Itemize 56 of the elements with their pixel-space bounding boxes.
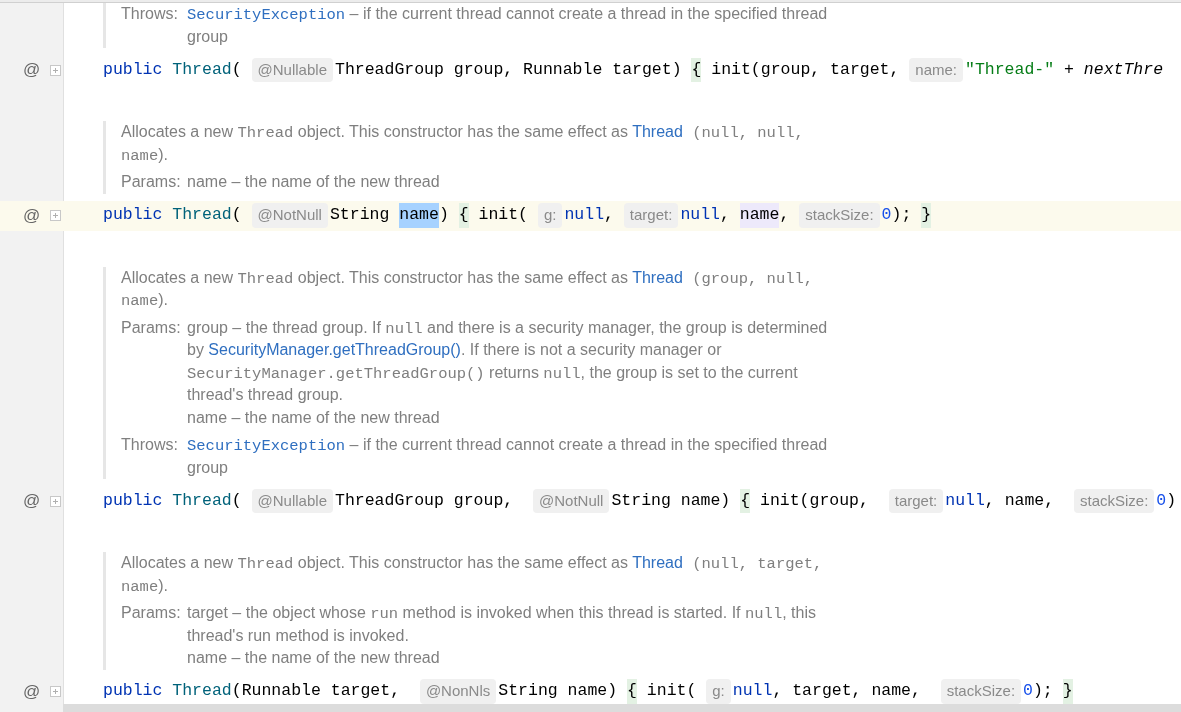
inlay-hint: stackSize: xyxy=(940,679,1022,704)
doc-line: group xyxy=(187,26,228,47)
inlay-hint: @Nullable xyxy=(251,488,333,514)
doc-section-label: Throws: xyxy=(121,4,179,24)
doc-section-label: Params: xyxy=(121,603,182,623)
doc-line: thread's thread group. xyxy=(187,385,344,405)
inlay-hint: stackSize: xyxy=(799,203,880,228)
doc-line: name – the name of the new thread xyxy=(187,172,440,192)
fold-icon[interactable] xyxy=(50,64,61,76)
fold-icon[interactable] xyxy=(50,686,61,697)
fold-icon[interactable] xyxy=(50,210,61,221)
doc-line: group – the thread group. If null and there is a security manager, the group is determined xyxy=(187,317,828,339)
inlay-hint: name: xyxy=(909,57,963,83)
doc-line: name). xyxy=(121,144,168,166)
doc-line: Allocates a new Thread object. This constructor has the same effect as Thread (group, null, xyxy=(121,267,814,289)
inlay-hint: @Nullable xyxy=(251,57,333,83)
inlay-hint: g: xyxy=(537,203,563,228)
code-text: public Thread(Runnable target, @NonNls String name) { init( g: null, target, name, stackSize: 0); } xyxy=(103,679,1073,704)
fold-icon[interactable] xyxy=(50,495,61,507)
code-text: public Thread( @Nullable ThreadGroup group, @NotNull String name) { init(group, target: null, name, stackSize: 0) xyxy=(103,488,1177,514)
doc-link[interactable]: SecurityException xyxy=(187,437,346,455)
doc-section-label: Params: xyxy=(121,317,182,338)
doc-link[interactable]: Thread xyxy=(632,554,683,571)
doc-line: SecurityException – if the current thread cannot create a thread in the specified thread xyxy=(187,4,828,26)
doc-link[interactable]: Thread xyxy=(632,268,683,286)
doc-section-label: Params: xyxy=(121,172,182,192)
doc-line: name). xyxy=(121,290,168,312)
doc-line: name). xyxy=(121,575,168,597)
doc-link[interactable]: SecurityManager.getThreadGroup() xyxy=(208,341,461,358)
inlay-hint: target: xyxy=(623,203,679,228)
inlay-hint: @NotNull xyxy=(251,203,328,228)
doc-line: Allocates a new Thread object. This constructor has the same effect as Thread (null, null, xyxy=(121,122,804,144)
horizontal-scrollbar[interactable] xyxy=(63,704,1181,712)
gutter-annotation-icon[interactable]: @ xyxy=(23,57,39,83)
doc-line: thread's run method is invoked. xyxy=(187,625,409,646)
inlay-hint: g: xyxy=(706,679,731,704)
doc-line: Allocates a new Thread object. This constructor has the same effect as Thread (null, target, xyxy=(121,553,823,575)
doc-link[interactable]: SecurityException xyxy=(187,6,346,24)
doc-line: SecurityException – if the current thread cannot create a thread in the specified thread xyxy=(187,435,828,457)
doc-line: group xyxy=(187,457,228,478)
doc-line: name – the name of the new thread xyxy=(187,407,440,428)
inlay-hint: target: xyxy=(888,488,944,514)
doc-line: by SecurityManager.getThreadGroup(). If there is not a security manager or xyxy=(187,340,722,360)
gutter-annotation-icon[interactable]: @ xyxy=(23,202,39,229)
doc-line: SecurityManager.getThreadGroup() returns null, the group is set to the current xyxy=(187,362,798,384)
code-text: public Thread( @NotNull String name) { init( g: null, target: null, name, stackSize: 0); } xyxy=(103,203,932,228)
inlay-hint: @NotNull xyxy=(533,488,610,514)
gutter-annotation-icon[interactable]: @ xyxy=(23,678,39,705)
doc-link[interactable]: Thread xyxy=(632,123,683,140)
code-text: public Thread( @Nullable ThreadGroup group, Runnable target) { init(group, target, name: "Thread-" + nextThre xyxy=(103,57,1164,83)
gutter-annotation-icon[interactable]: @ xyxy=(23,488,39,514)
doc-line: name – the name of the new thread xyxy=(187,648,440,668)
doc-section-label: Throws: xyxy=(121,435,179,455)
doc-line: target – the object whose run method is invoked when this thread is started. If null, this xyxy=(187,603,816,625)
inlay-hint: stackSize: xyxy=(1074,488,1155,514)
inlay-hint: @NonNls xyxy=(419,679,497,704)
